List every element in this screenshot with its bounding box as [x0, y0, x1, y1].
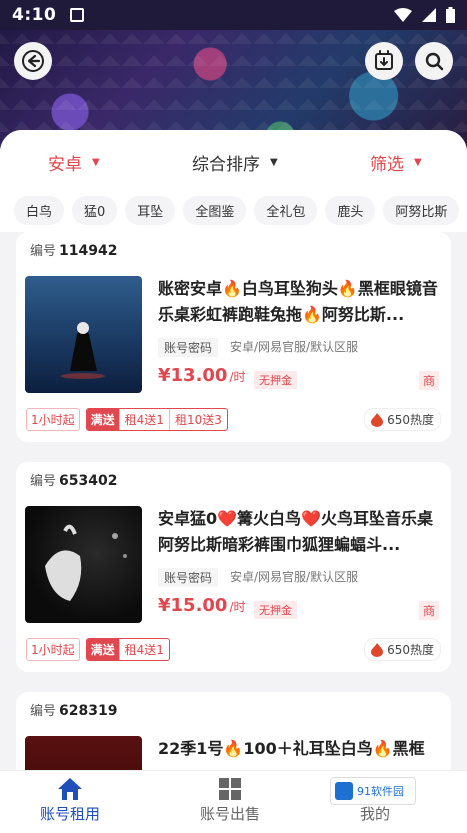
id-label: 编号: [30, 474, 57, 489]
search-button[interactable]: [415, 42, 453, 80]
listing-title: 安卓猛0❤️篝火白鸟❤️火鸟耳坠音乐桌阿努比斯暗彩裤围巾狐狸蝙蝠斗...: [158, 509, 433, 554]
heat-badge: 650热度: [364, 638, 441, 661]
wifi-icon: [394, 8, 412, 22]
back-arrow-icon: [22, 50, 44, 72]
os-filter-label: 安卓: [48, 155, 82, 175]
listing-title: 账密安卓🔥白鸟耳坠狗头🔥黑框眼镜音乐桌彩虹裤跑鞋兔拖🔥阿努比斯...: [158, 279, 438, 324]
merchant-badge: 商: [418, 371, 439, 390]
server-info: 安卓/网易官服/默认区服: [230, 570, 359, 584]
tag-chip[interactable]: 白鸟: [14, 195, 65, 225]
min-rent-badge: 1小时起: [26, 408, 80, 431]
home-icon: [58, 778, 82, 800]
deposit-badge: 无押金: [254, 371, 297, 389]
watermark-icon: [335, 782, 353, 800]
watermark-text: 91软件园: [357, 785, 404, 798]
listing-title: 22季1号🔥100＋礼耳坠白鸟🔥黑框: [158, 739, 425, 758]
id-value: 114942: [59, 243, 118, 259]
price-value: ¥13.00: [158, 365, 228, 386]
tag-row: 白鸟 猛0 耳坠 全图鉴 全礼包 鹿头 阿努比斯: [0, 188, 467, 232]
nav-sell-label: 账号出售: [200, 805, 261, 823]
deposit-badge: 无押金: [254, 601, 297, 619]
flame-icon: [371, 412, 384, 427]
listing-bottom: 1小时起 满送 租4送1: [26, 638, 170, 661]
id-value: 628319: [59, 703, 118, 719]
tag-chip[interactable]: 阿努比斯: [383, 195, 460, 225]
price-unit: /时: [229, 600, 246, 614]
filter-bar: 安卓 ▼ 综合排序 ▼ 筛选 ▼: [0, 130, 467, 188]
listing-price: ¥13.00/时: [158, 365, 246, 386]
signal-icon: [422, 8, 436, 22]
funnel-icon: ▼: [414, 157, 422, 168]
search-icon: [425, 52, 444, 71]
listing-panel: 安卓 ▼ 综合排序 ▼ 筛选 ▼ 白鸟 猛0 耳坠 全图鉴 全礼包 鹿头 阿努比…: [0, 130, 467, 770]
listing-card[interactable]: 编号 628319 22季1号🔥100＋礼耳坠白鸟🔥黑框: [16, 692, 451, 770]
merchant-badge: 商: [418, 601, 439, 620]
price-value: ¥15.00: [158, 595, 228, 616]
watermark-logo: 91软件园: [330, 777, 416, 805]
tag-chip[interactable]: 全图鉴: [183, 195, 247, 225]
price-unit: /时: [229, 370, 246, 384]
tag-chip[interactable]: 全礼包: [254, 195, 318, 225]
sort-filter-label: 综合排序: [192, 155, 260, 175]
clock: 4:10: [12, 5, 57, 25]
save-icon: [375, 50, 393, 70]
promo-label: 满送: [86, 409, 119, 430]
min-rent-badge: 1小时起: [26, 638, 80, 661]
app-notification-icon: [70, 8, 85, 22]
login-mode: 账号密码: [158, 338, 219, 357]
listing-id: 编号 114942: [30, 240, 117, 259]
promo-item: 租4送1: [118, 409, 169, 430]
listing-card[interactable]: 编号 114942 账密安卓🔥白鸟耳坠狗头🔥黑框眼镜音乐桌彩虹裤跑鞋兔拖🔥阿努比斯…: [16, 232, 451, 442]
caret-down-icon: ▼: [92, 157, 100, 168]
listing-meta: 账号密码 安卓/网易官服/默认区服: [158, 568, 358, 587]
nav-rent[interactable]: 账号租用: [40, 777, 100, 824]
os-filter[interactable]: 安卓 ▼: [48, 150, 100, 175]
heat-value: 650热度: [387, 643, 434, 657]
status-bar: 4:10: [0, 0, 467, 30]
promo-badge: 满送 租4送1: [85, 638, 170, 661]
server-info: 安卓/网易官服/默认区服: [230, 340, 359, 354]
grid-icon: [219, 778, 241, 800]
battery-icon: [446, 7, 455, 23]
screen-filter-label: 筛选: [370, 155, 404, 175]
listing-thumbnail: [25, 736, 142, 770]
promo-label: 满送: [86, 639, 119, 660]
login-mode: 账号密码: [158, 568, 219, 587]
screen-filter[interactable]: 筛选 ▼: [370, 150, 422, 175]
listing-thumbnail: [25, 276, 142, 393]
tag-chip[interactable]: 鹿头: [325, 195, 376, 225]
nav-sell[interactable]: 账号出售: [200, 777, 260, 824]
listing-id: 编号 653402: [30, 470, 117, 489]
id-label: 编号: [30, 244, 57, 259]
listing-bottom: 1小时起 满送 租4送1 租10送3: [26, 408, 228, 431]
id-value: 653402: [59, 473, 118, 489]
promo-item: 租4送1: [118, 639, 169, 660]
promo-badge: 满送 租4送1 租10送3: [85, 408, 228, 431]
promo-item: 租10送3: [168, 409, 227, 430]
listing-id: 编号 628319: [30, 700, 117, 719]
nav-rent-label: 账号租用: [40, 805, 101, 823]
nav-mine-label: 我的: [360, 805, 391, 823]
listing-meta: 账号密码 安卓/网易官服/默认区服: [158, 338, 358, 357]
heat-value: 650热度: [387, 413, 434, 427]
back-button[interactable]: [14, 42, 52, 80]
caret-down-icon: ▼: [270, 157, 278, 168]
tag-chip[interactable]: 猛0: [72, 195, 118, 225]
listing-thumbnail: [25, 506, 142, 623]
save-button[interactable]: [365, 42, 403, 80]
sort-filter[interactable]: 综合排序 ▼: [192, 150, 278, 175]
tag-chip[interactable]: 耳坠: [125, 195, 176, 225]
listing-price: ¥15.00/时: [158, 595, 246, 616]
id-label: 编号: [30, 704, 57, 719]
listing-card[interactable]: 编号 653402 安卓猛0❤️篝火白鸟❤️火鸟耳坠音乐桌阿努比斯暗彩裤围巾狐狸蝙…: [16, 462, 451, 672]
flame-icon: [371, 642, 384, 657]
heat-badge: 650热度: [364, 408, 441, 431]
